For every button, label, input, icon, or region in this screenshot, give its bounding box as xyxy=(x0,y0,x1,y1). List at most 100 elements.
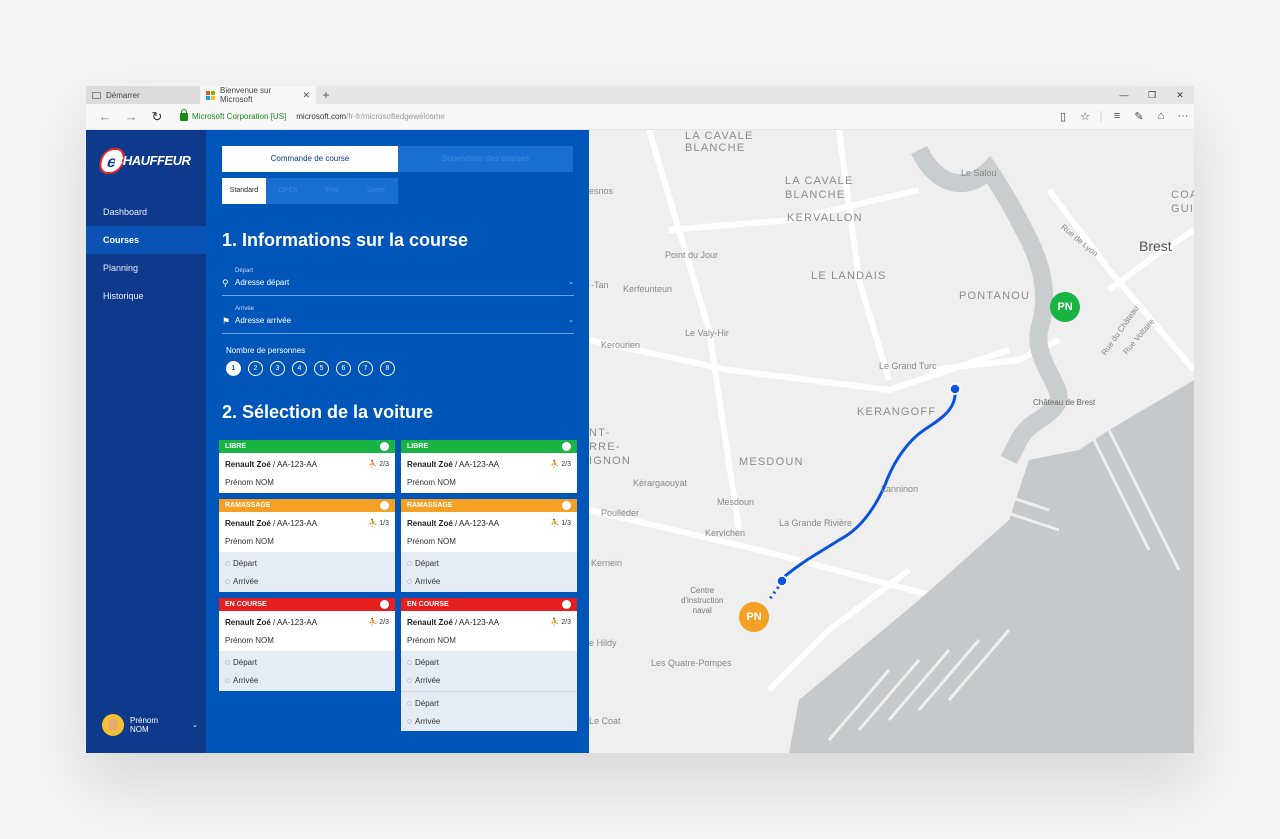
refresh-icon[interactable]: ↻ xyxy=(144,109,170,125)
nb-option[interactable]: 4 xyxy=(292,361,307,376)
car-card[interactable]: EN COURSE Renault Zoé / AA-123-AA ⛹ 2/3 … xyxy=(401,598,577,731)
web-note-icon[interactable]: ✎ xyxy=(1128,110,1150,123)
radio-dot[interactable] xyxy=(380,442,389,451)
sidebar-item-historique[interactable]: Historique xyxy=(86,282,206,310)
car-plate: / AA-123-AA xyxy=(452,460,500,469)
nb-option[interactable]: 5 xyxy=(314,361,329,376)
section-title-informations: 1. Informations sur la course xyxy=(222,230,469,250)
subtab-opex[interactable]: OPEX xyxy=(266,178,310,204)
tab-commande[interactable]: Commande de course xyxy=(222,146,398,172)
map-label: Mesdoun xyxy=(717,497,755,507)
car-info: Renault Zoé / AA-123-AA ⛹ 2/3 Prénom NOM xyxy=(219,453,395,493)
browser-tab-demarrer[interactable]: Démarrer xyxy=(86,86,200,104)
driver-marker-pn[interactable]: PN xyxy=(739,602,769,632)
car-card[interactable]: RAMASSAGE Renault Zoé / AA-123-AA ⛹ 1/3 … xyxy=(401,499,577,592)
radio-dot[interactable] xyxy=(380,501,389,510)
sidebar-item-planning[interactable]: Planning xyxy=(86,254,206,282)
nb-option[interactable]: 1 xyxy=(226,361,241,376)
restore-icon[interactable]: ❐ xyxy=(1138,86,1166,104)
dot-icon xyxy=(407,678,412,684)
capacity: ⛹ 2/3 xyxy=(551,460,571,468)
trip-depart: Départ xyxy=(407,658,439,667)
nb-option[interactable]: 2 xyxy=(248,361,263,376)
radio-dot[interactable] xyxy=(562,442,571,451)
arrivee-field[interactable]: Arrivée ⚑ Adresse arrivée ⌄ xyxy=(222,306,574,334)
car-card[interactable]: LIBRE Renault Zoé / AA-123-AA ⛹ 2/3 Prén… xyxy=(219,440,395,493)
subtab-standard[interactable]: Standard xyxy=(222,178,266,204)
car-model: Renault Zoé xyxy=(225,460,271,469)
forward-arrow-icon[interactable]: → xyxy=(118,109,144,124)
car-model-plate: Renault Zoé / AA-123-AA xyxy=(407,519,499,528)
nb-option[interactable]: 8 xyxy=(380,361,395,376)
car-card[interactable]: RAMASSAGE Renault Zoé / AA-123-AA ⛹ 1/3 … xyxy=(219,499,395,592)
url-field[interactable]: microsoft.com/fr-fr/microsoftedgewelcome xyxy=(296,112,445,121)
sidebar-item-dashboard[interactable]: Dashboard xyxy=(86,198,206,226)
back-arrow-icon[interactable]: ← xyxy=(92,109,118,124)
car-model: Renault Zoé xyxy=(407,618,453,627)
people-icon: ⛹ xyxy=(550,461,560,468)
route-line xyxy=(783,389,957,579)
tab-supervision[interactable]: Supervision des courses xyxy=(398,146,573,172)
driver-marker-pn[interactable]: PN xyxy=(1050,292,1080,322)
share-icon[interactable]: ⌂ xyxy=(1150,110,1172,123)
car-plate: / AA-123-AA xyxy=(270,460,318,469)
trip-arrivee-label: Arrivée xyxy=(415,676,441,685)
browser-tab-microsoft[interactable]: Bienvenue sur Microsoft ✕ xyxy=(200,86,316,104)
minimize-icon[interactable]: — xyxy=(1110,86,1138,104)
depart-field[interactable]: Départ ⚲ Adresse départ ⌄ xyxy=(222,268,574,296)
nb-option[interactable]: 6 xyxy=(336,361,351,376)
chevron-down-icon[interactable]: ⌄ xyxy=(568,316,574,324)
dot-icon xyxy=(225,678,230,684)
road xyxy=(836,130,892,381)
map-label: Lanninon xyxy=(881,484,919,494)
depart-label: Départ xyxy=(235,268,254,274)
sidebar-item-courses[interactable]: Courses xyxy=(86,226,206,254)
close-tab-icon[interactable]: ✕ xyxy=(302,90,310,101)
address-bar: ← → ↻ Microsoft Corporation [US] microso… xyxy=(86,104,1194,130)
close-window-icon[interactable]: ✕ xyxy=(1166,86,1194,104)
car-card[interactable]: EN COURSE Renault Zoé / AA-123-AA ⛹ 2/3 … xyxy=(219,598,395,691)
nb-option[interactable]: 3 xyxy=(270,361,285,376)
map-label: PONTANOU xyxy=(959,290,1031,302)
subtab-sante[interactable]: Santé xyxy=(354,178,398,204)
subtab-fret[interactable]: Fret xyxy=(310,178,354,204)
toolbar-divider: | xyxy=(1099,110,1103,122)
user-name: Prénom NOM xyxy=(130,716,158,734)
trip-depart-label: Départ xyxy=(233,559,258,568)
chevron-down-icon[interactable]: ⌄ xyxy=(192,721,198,729)
map-label: Château de Brest xyxy=(1033,398,1096,407)
nb-personnes-label: Nombre de personnes xyxy=(226,346,306,355)
echauffeur-logo[interactable]: e CHAUFFEUR xyxy=(97,148,194,174)
radio-dot[interactable] xyxy=(380,600,389,609)
more-icon[interactable]: ··· xyxy=(1172,110,1194,123)
certificate-label[interactable]: Microsoft Corporation [US] xyxy=(192,112,286,121)
radio-dot[interactable] xyxy=(562,600,571,609)
trip-info: Départ Arrivée xyxy=(401,552,577,592)
dot-icon xyxy=(225,561,230,567)
new-tab-button[interactable]: + xyxy=(316,86,336,104)
status-label: LIBRE xyxy=(225,443,246,450)
people-icon: ⛹ xyxy=(550,520,560,527)
trip-arrivee: Arrivée xyxy=(225,676,258,685)
nb-option[interactable]: 7 xyxy=(358,361,373,376)
map[interactable]: LA CAVALE BLANCHE LA CAVALE BLANCHE KERV… xyxy=(589,130,1194,753)
capacity: ⛹ 2/3 xyxy=(369,618,389,626)
car-model: Renault Zoé xyxy=(225,519,271,528)
status-label: EN COURSE xyxy=(407,601,449,608)
car-model-plate: Renault Zoé / AA-123-AA xyxy=(225,460,317,469)
trip-arrivee: Arrivée xyxy=(407,717,440,726)
driver-name: Prénom NOM xyxy=(225,478,274,487)
reading-view-icon[interactable]: ▯ xyxy=(1052,110,1074,123)
user-menu[interactable]: Prénom NOM ⌄ xyxy=(102,713,198,737)
trip-depart-label: Départ xyxy=(415,559,440,568)
favorite-star-icon[interactable]: ☆ xyxy=(1074,110,1096,123)
car-card[interactable]: LIBRE Renault Zoé / AA-123-AA ⛹ 2/3 Prén… xyxy=(401,440,577,493)
map-label: NT- RRE- IGNON xyxy=(589,427,632,467)
hub-icon[interactable]: ≡ xyxy=(1106,110,1128,123)
radio-dot[interactable] xyxy=(562,501,571,510)
sea-area xyxy=(789,380,1194,753)
cars-column-left: LIBRE Renault Zoé / AA-123-AA ⛹ 2/3 Prén… xyxy=(219,440,395,697)
window-controls: — ❐ ✕ xyxy=(1110,86,1194,104)
capacity-value: 2/3 xyxy=(379,461,389,468)
chevron-down-icon[interactable]: ⌄ xyxy=(568,278,574,286)
